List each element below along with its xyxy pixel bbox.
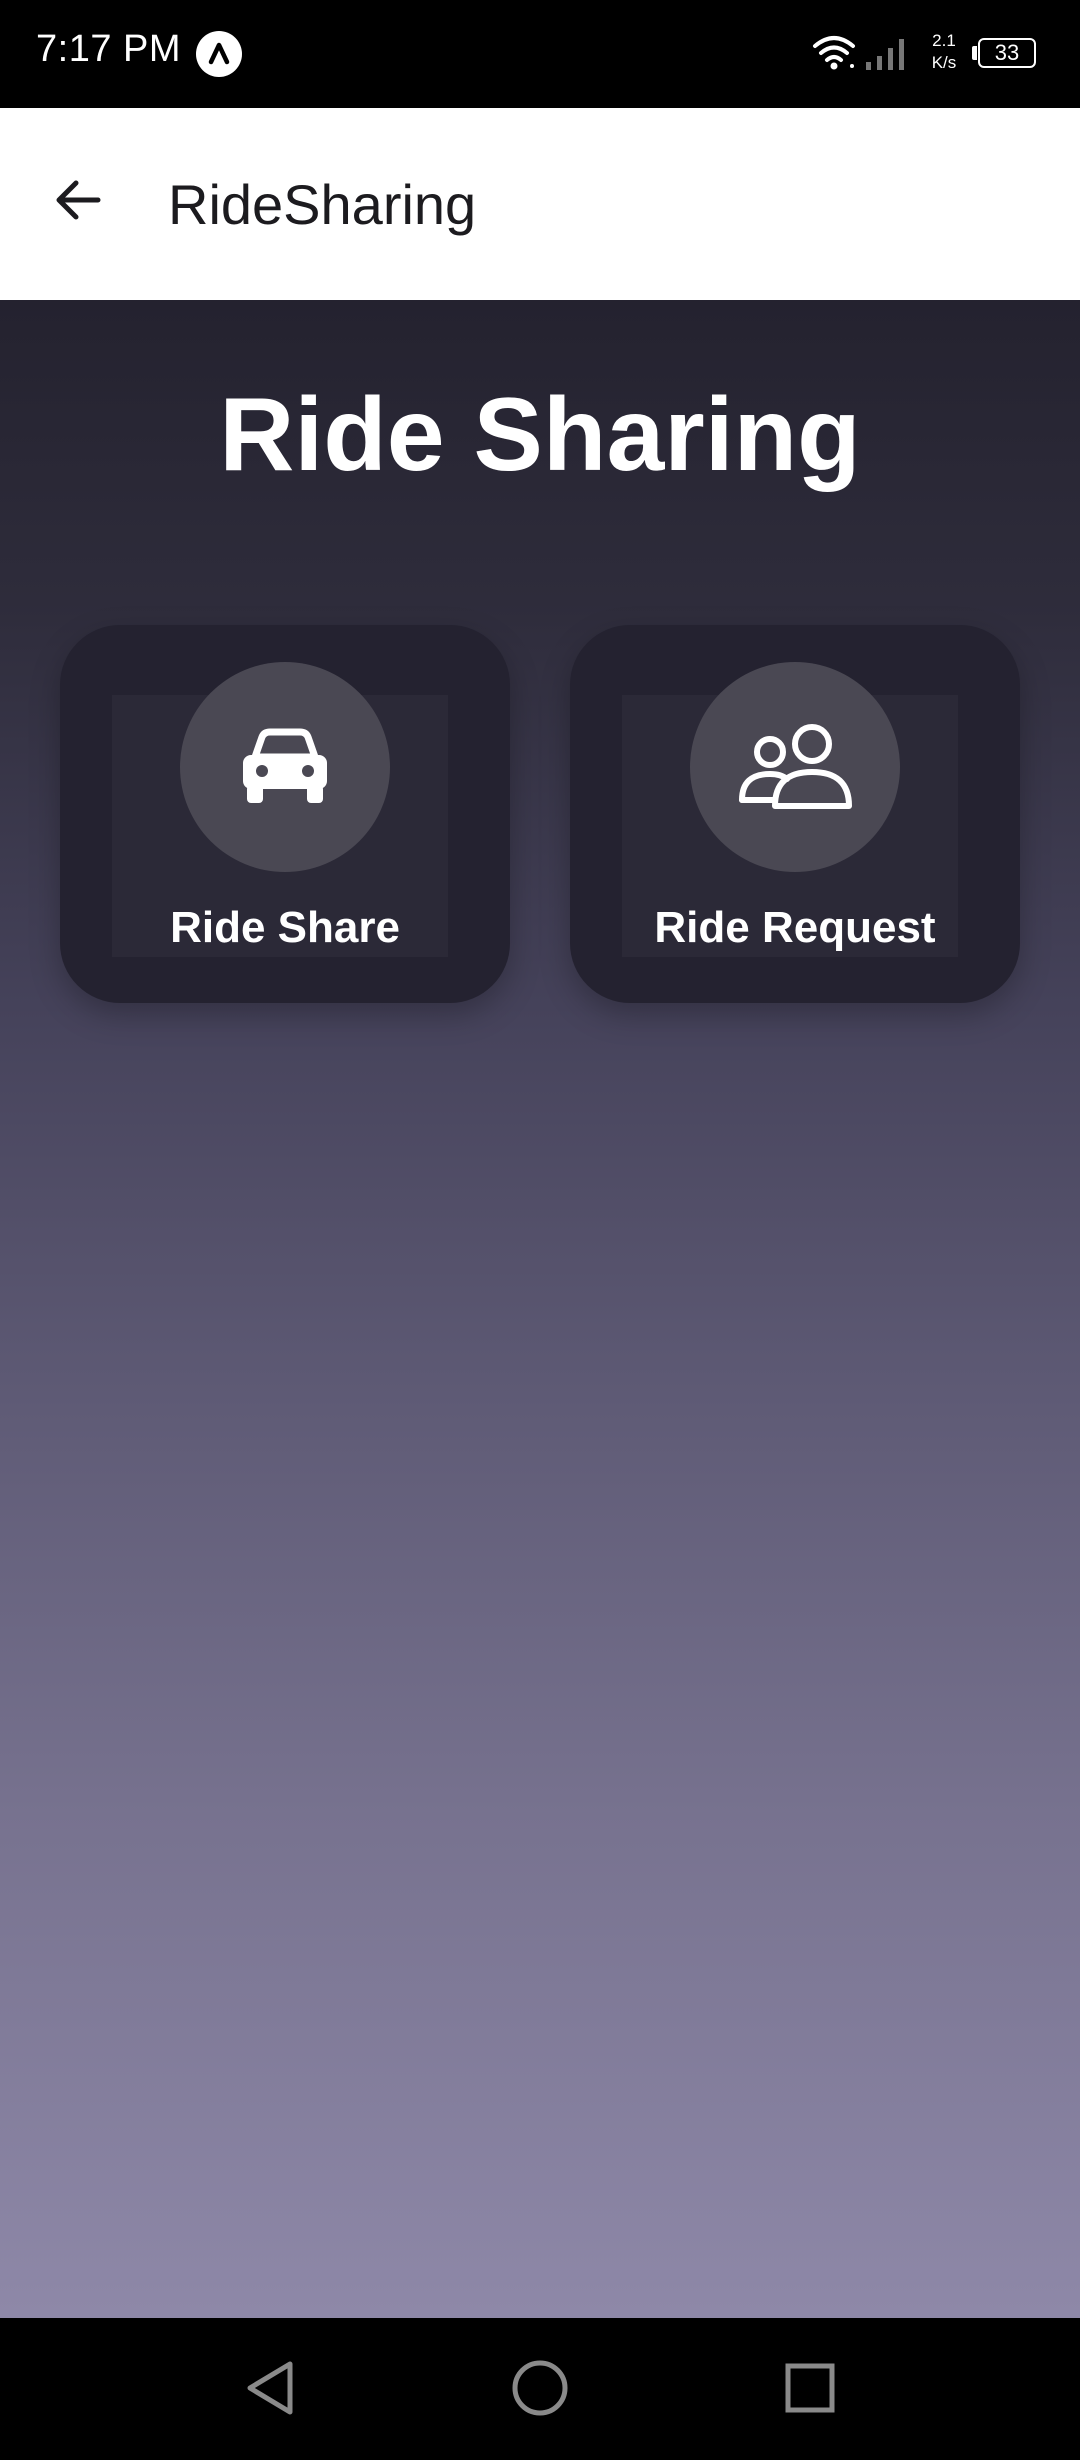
battery-cap <box>972 46 977 60</box>
ride-request-label: Ride Request <box>654 903 936 952</box>
car-icon <box>243 728 327 803</box>
ride-share-label: Ride Share <box>170 903 400 952</box>
nav-back-button[interactable] <box>230 2348 310 2428</box>
back-triangle-icon <box>247 2361 293 2415</box>
network-speed-value: 2.1 <box>932 31 956 50</box>
people-icon <box>739 724 852 809</box>
nav-home-button[interactable] <box>500 2348 580 2428</box>
ride-request-card[interactable]: Ride Request <box>570 625 1020 1003</box>
system-nav-bar <box>0 2318 1080 2460</box>
page-title: Ride Sharing <box>219 377 861 493</box>
back-button[interactable] <box>38 160 118 240</box>
battery-level: 33 <box>994 40 1020 65</box>
app-bar-title: RideSharing <box>168 173 477 236</box>
wifi-icon <box>813 36 855 70</box>
nav-recents-button[interactable] <box>770 2348 850 2428</box>
app-bar: RideSharing <box>0 108 1080 300</box>
status-time: 7:17 PM <box>36 28 182 70</box>
network-speed-unit: K/s <box>931 53 957 72</box>
status-bar: 7:17 PM 2.1 K/s 33 <box>0 0 1080 108</box>
arrow-left-icon <box>56 180 101 220</box>
ride-share-card[interactable]: Ride Share <box>60 625 510 1003</box>
home-circle-icon <box>512 2360 568 2416</box>
signal-icon <box>866 39 904 70</box>
network-speed: 2.1 K/s <box>924 30 964 74</box>
ride-share-icon-circle <box>180 662 390 872</box>
app-notification-icon <box>196 31 242 77</box>
ride-request-icon-circle <box>690 662 900 872</box>
recents-square-icon <box>785 2363 835 2413</box>
battery-icon: 33 <box>978 38 1036 68</box>
main-content: Ride Sharing Ride Share Ride Request <box>0 300 1080 2318</box>
